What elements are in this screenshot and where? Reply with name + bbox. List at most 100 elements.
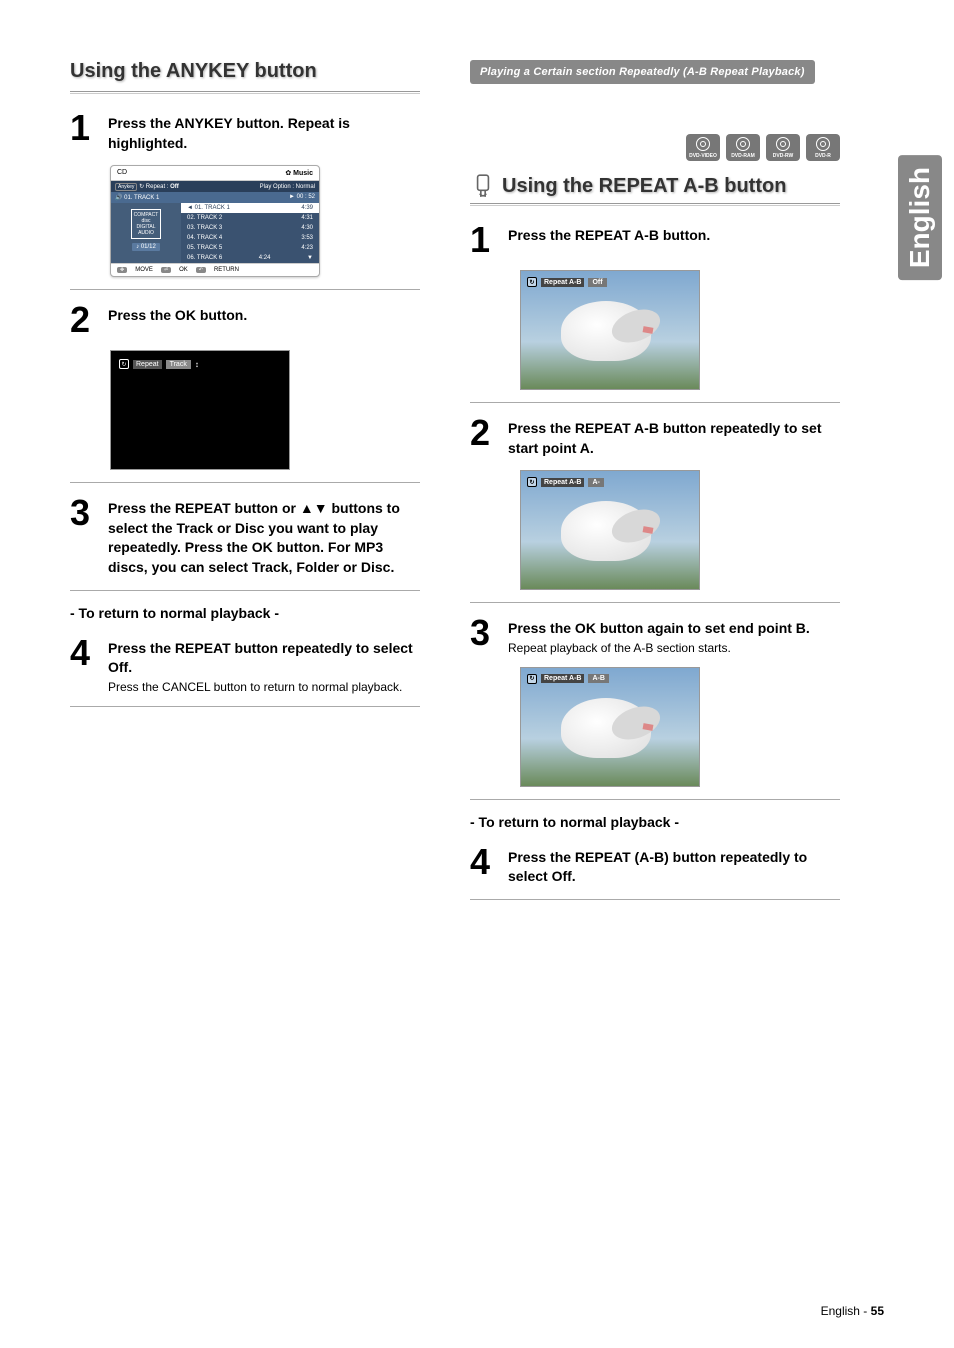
compact-disc-icon: COMPACTdiscDIGITAL AUDIO — [131, 209, 161, 239]
return-normal-heading-r: - To return to normal playback - — [470, 814, 840, 830]
track-row: 02. TRACK 24:31 — [181, 213, 319, 223]
osd-ok: OK — [179, 267, 188, 273]
preview-value: A- — [588, 478, 603, 487]
page-footer: English - 55 — [821, 1304, 884, 1318]
disc-chip: DVD-RW — [766, 134, 800, 161]
music-icon: ✿ — [285, 170, 291, 177]
preview-value: A-B — [588, 674, 608, 683]
step-number: 3 — [470, 615, 498, 655]
preview-label: Repeat A-B — [541, 478, 584, 487]
step-4-text: Press the REPEAT button repeatedly to se… — [108, 639, 420, 678]
step-3: 3 Press the REPEAT button or ▲▼ buttons … — [70, 495, 420, 577]
divider — [470, 402, 840, 403]
disc-type-row: DVD-VIDEO DVD-RAM DVD-RW DVD-R — [470, 134, 840, 161]
track-row: 04. TRACK 43:53 — [181, 233, 319, 243]
osd-repeat-label: Repeat : — [146, 184, 169, 190]
page: Using the ANYKEY button 1 Press the ANYK… — [0, 0, 954, 942]
repeat-icon: ↻ — [527, 277, 537, 287]
disc-chip: DVD-RAM — [726, 134, 760, 161]
osd-header-right: Music — [293, 170, 313, 177]
step-4-sub: Press the CANCEL button to return to nor… — [108, 680, 420, 694]
track-count-badge: ♪ 01/12 — [132, 243, 160, 251]
r-step-4: 4 Press the REPEAT (A-B) button repeated… — [470, 844, 840, 887]
r-step-3-sub: Repeat playback of the A-B section start… — [508, 641, 840, 655]
divider — [70, 91, 420, 94]
disc-icon — [816, 137, 830, 151]
divider — [470, 203, 840, 206]
osd-cd-list: CD ✿ Music Anykey ↻ Repeat : Off Play Op… — [110, 165, 320, 277]
track-row: 03. TRACK 34:30 — [181, 223, 319, 233]
return-normal-heading: - To return to normal playback - — [70, 605, 420, 621]
osd-left-pane: COMPACTdiscDIGITAL AUDIO ♪ 01/12 — [111, 203, 181, 263]
preview-ab-a: ↻ Repeat A-B A- — [520, 470, 700, 590]
preview-ab-off: ↻ Repeat A-B Off — [520, 270, 700, 390]
step-4: 4 Press the REPEAT button repeatedly to … — [70, 635, 420, 694]
return-icon: ↶ — [196, 267, 206, 273]
preview-value: Track — [166, 360, 191, 369]
bird-image — [561, 501, 651, 561]
preview-label: Repeat A-B — [541, 674, 584, 683]
step-number: 2 — [70, 302, 98, 338]
osd-track-list: ◄ 01. TRACK 14:39 02. TRACK 24:31 03. TR… — [181, 203, 319, 263]
preview-repeat-track: ↻ Repeat Track ↕ — [110, 350, 290, 470]
divider — [70, 590, 420, 591]
divider — [70, 706, 420, 707]
track-row: 05. TRACK 54:23 — [181, 243, 319, 253]
disc-icon — [776, 137, 790, 151]
divider — [470, 602, 840, 603]
step-3-text: Press the REPEAT button or ▲▼ buttons to… — [108, 499, 420, 577]
track-row: ◄ 01. TRACK 14:39 — [181, 203, 319, 213]
anykey-chip: Anykey — [115, 183, 137, 191]
repeat-icon: ↻ — [527, 477, 537, 487]
r-step-3-text: Press the OK button again to set end poi… — [508, 619, 840, 639]
left-column: Using the ANYKEY button 1 Press the ANYK… — [70, 60, 420, 912]
step-1-text: Press the ANYKEY button. Repeat is highl… — [108, 114, 420, 153]
disc-chip: DVD-VIDEO — [686, 134, 720, 161]
preview-label: Repeat A-B — [541, 278, 584, 287]
section-title-anykey: Using the ANYKEY button — [70, 60, 420, 83]
divider — [70, 482, 420, 483]
r-step-3: 3 Press the OK button again to set end p… — [470, 615, 840, 655]
step-2-text: Press the OK button. — [108, 306, 420, 326]
osd-header-left: CD — [117, 169, 127, 177]
disc-chip: DVD-R — [806, 134, 840, 161]
step-number: 4 — [470, 844, 498, 887]
osd-return: RETURN — [214, 267, 239, 273]
divider — [70, 289, 420, 290]
step-number: 3 — [70, 495, 98, 577]
divider — [470, 899, 840, 900]
preview-ab-ab: ↻ Repeat A-B A-B — [520, 667, 700, 787]
disc-icon — [696, 137, 710, 151]
updown-icon: ↕ — [195, 360, 199, 369]
section-title-repeat-ab: Using the REPEAT A-B button — [502, 175, 786, 198]
disc-icon — [736, 137, 750, 151]
repeat-icon: ↻ — [119, 359, 129, 369]
r-step-4-text: Press the REPEAT (A-B) button repeatedly… — [508, 848, 840, 887]
osd-play-option: Play Option : Normal — [260, 184, 315, 190]
osd-time: 00 : 52 — [297, 194, 315, 200]
osd-repeat-value: Off — [170, 184, 179, 190]
divider — [470, 799, 840, 800]
step-number: 1 — [470, 222, 498, 258]
repeat-icon: ↻ — [139, 184, 144, 190]
move-icon: ✥ — [117, 267, 127, 273]
osd-move: MOVE — [135, 267, 153, 273]
step-1: 1 Press the ANYKEY button. Repeat is hig… — [70, 110, 420, 153]
r-step-1: 1 Press the REPEAT A-B button. — [470, 222, 840, 258]
r-step-1-text: Press the REPEAT A-B button. — [508, 226, 840, 246]
right-column: Playing a Certain section Repeatedly (A-… — [470, 60, 840, 912]
step-number: 4 — [70, 635, 98, 694]
step-number: 2 — [470, 415, 498, 458]
osd-now-playing: 01. TRACK 1 — [124, 195, 159, 201]
hand-remote-icon — [470, 173, 496, 199]
repeat-icon: ↻ — [527, 674, 537, 684]
section-callout: Playing a Certain section Repeatedly (A-… — [470, 60, 815, 84]
bird-image — [561, 698, 651, 758]
language-tab: English — [898, 155, 942, 280]
preview-value: Off — [588, 278, 606, 287]
bird-image — [561, 301, 651, 361]
r-step-2-text: Press the REPEAT A-B button repeatedly t… — [508, 419, 840, 458]
preview-label: Repeat — [133, 360, 162, 369]
step-number: 1 — [70, 110, 98, 153]
track-row: 06. TRACK 64:24▼ — [181, 253, 319, 263]
